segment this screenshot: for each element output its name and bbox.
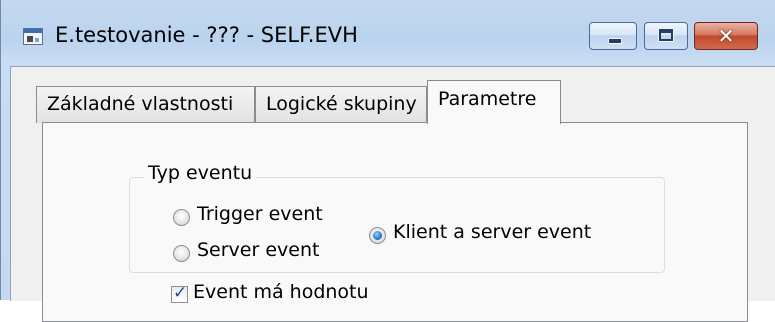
window-title: E.testovanie - ??? - SELF.EVH xyxy=(55,23,358,47)
tab-logicke-skupiny[interactable]: Logické skupiny xyxy=(255,86,427,123)
checkmark-icon: ✓ xyxy=(173,283,188,303)
client-server-event-label[interactable]: Klient a server event xyxy=(393,221,591,243)
close-icon: ✕ xyxy=(717,24,735,48)
tab-parametre[interactable]: Parametre xyxy=(427,80,561,124)
radio-selected-dot xyxy=(373,231,382,240)
maximize-icon xyxy=(658,28,674,42)
application-icon-block-small xyxy=(35,38,39,42)
event-type-group-label: Typ eventu xyxy=(144,162,257,184)
server-event-radio[interactable] xyxy=(173,245,190,262)
application-icon[interactable] xyxy=(23,28,43,45)
close-button[interactable]: ✕ xyxy=(694,22,758,50)
maximize-button[interactable] xyxy=(644,22,688,50)
trigger-event-label[interactable]: Trigger event xyxy=(197,203,323,225)
application-icon-bar xyxy=(24,29,42,33)
tab-panel-parametre: Typ eventu Trigger event Server event Kl… xyxy=(42,122,748,322)
client-server-event-radio[interactable] xyxy=(369,227,386,244)
trigger-event-radio[interactable] xyxy=(173,209,190,226)
minimize-icon xyxy=(608,38,622,44)
window-frame: E.testovanie - ??? - SELF.EVH ✕ Základné… xyxy=(0,0,775,322)
server-event-label[interactable]: Server event xyxy=(197,239,319,261)
has-value-checkbox[interactable]: ✓ xyxy=(171,283,188,303)
title-bar[interactable]: E.testovanie - ??? - SELF.EVH ✕ xyxy=(1,0,775,66)
minimize-button[interactable] xyxy=(589,22,637,50)
dialog-client-area: Základné vlastnosti Logické skupiny Para… xyxy=(10,66,775,322)
application-icon-block xyxy=(27,36,33,42)
tab-zakladne-vlastnosti[interactable]: Základné vlastnosti xyxy=(36,86,255,123)
